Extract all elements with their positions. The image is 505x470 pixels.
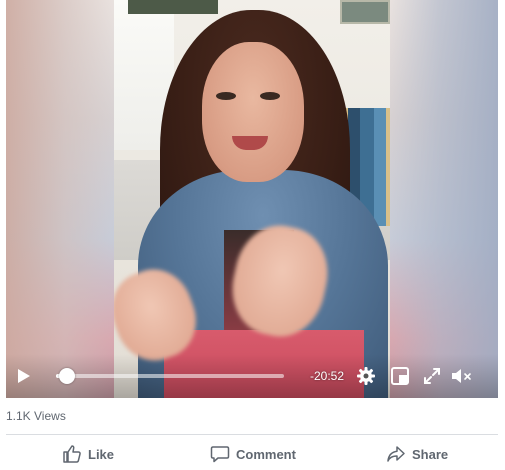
video-progress-bar[interactable]: [56, 374, 284, 378]
video-person-eye: [260, 92, 280, 100]
volume-muted-icon[interactable]: [450, 366, 474, 386]
speech-bubble-icon: [210, 446, 230, 463]
video-player[interactable]: [6, 0, 498, 398]
thumbs-up-icon: [63, 445, 81, 463]
like-button[interactable]: Like: [62, 442, 114, 466]
share-button-label: Share: [412, 446, 449, 462]
video-person-eye: [216, 92, 236, 100]
view-count: 1.1K Views: [6, 409, 66, 423]
gear-icon[interactable]: [356, 366, 376, 386]
video-scene-wall-frame: [128, 0, 218, 14]
pip-icon[interactable]: [390, 366, 410, 386]
share-button[interactable]: Share: [386, 442, 448, 466]
video-scrubber-handle[interactable]: [58, 368, 75, 384]
video-scene-picture-frame: [340, 0, 390, 24]
video-frame: [114, 0, 390, 398]
fullscreen-icon[interactable]: [422, 366, 442, 386]
share-arrow-icon: [387, 446, 405, 462]
play-icon[interactable]: [16, 368, 32, 384]
comment-button[interactable]: Comment: [210, 442, 296, 466]
like-button-label: Like: [88, 446, 115, 462]
comment-button-label: Comment: [236, 446, 296, 462]
video-person-face: [202, 42, 304, 182]
divider: [6, 434, 498, 435]
time-remaining: -20:52: [310, 369, 345, 383]
